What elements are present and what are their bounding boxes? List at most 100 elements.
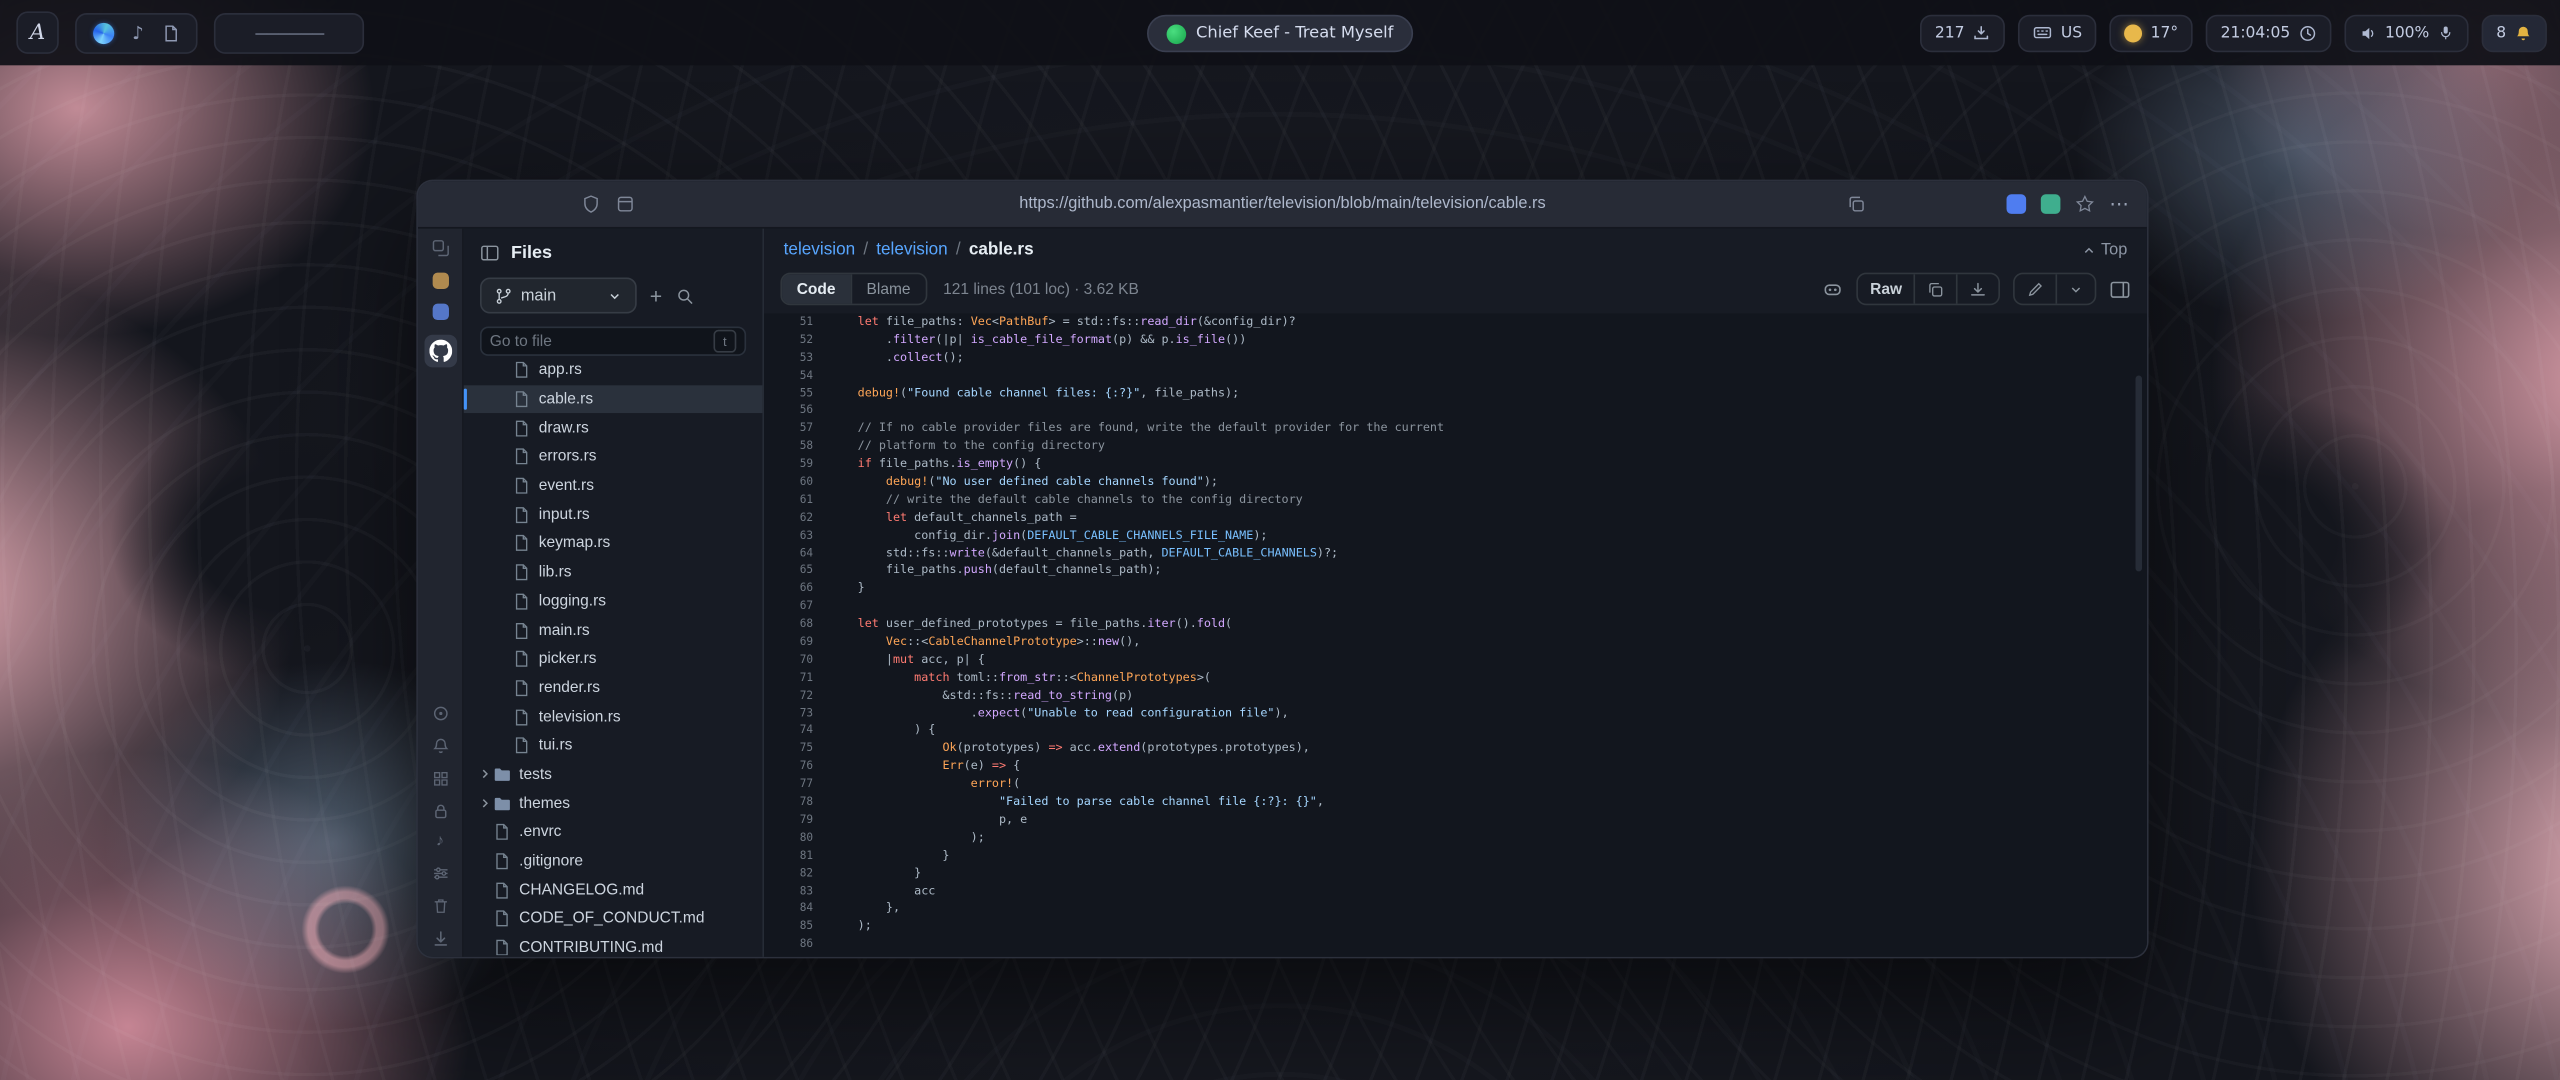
line-number[interactable]: 65	[764, 562, 829, 580]
updates-widget[interactable]: 217	[1920, 14, 2005, 52]
tree-item-main.rs[interactable]: main.rs	[464, 616, 763, 645]
line-number[interactable]: 74	[764, 722, 829, 740]
tab-github-favicon[interactable]	[424, 335, 457, 368]
menu-dots-icon[interactable]: ⋯	[2109, 193, 2130, 216]
tree-item-draw.rs[interactable]: draw.rs	[464, 414, 763, 443]
keyboard-layout-widget[interactable]: US	[2018, 14, 2096, 52]
pinned-tab-favicon-1[interactable]	[432, 273, 448, 289]
line-number[interactable]: 66	[764, 580, 829, 598]
branch-selector-button[interactable]: main	[480, 278, 637, 314]
tree-item-cable.rs[interactable]: cable.rs	[464, 385, 763, 414]
tree-item-errors.rs[interactable]: errors.rs	[464, 443, 763, 472]
lock-icon[interactable]	[430, 802, 450, 822]
container-icon[interactable]	[616, 194, 636, 214]
line-number[interactable]: 52	[764, 331, 829, 349]
collapse-sidebar-icon[interactable]	[480, 243, 500, 263]
tree-item-CONTRIBUTING.md[interactable]: CONTRIBUTING.md	[464, 933, 763, 955]
notifications-widget[interactable]: 8	[2482, 14, 2547, 52]
weather-widget[interactable]: 17°	[2110, 14, 2193, 52]
line-number[interactable]: 76	[764, 758, 829, 776]
back-to-top-link[interactable]: Top	[2081, 241, 2127, 259]
line-number[interactable]: 82	[764, 865, 829, 883]
line-number[interactable]: 58	[764, 438, 829, 456]
tree-item-input.rs[interactable]: input.rs	[464, 500, 763, 529]
go-to-file-input[interactable]: Go to file t	[480, 327, 746, 356]
tree-item-television.rs[interactable]: television.rs	[464, 702, 763, 731]
app-launcher-button[interactable]: A	[16, 11, 58, 53]
extension-green-icon[interactable]	[2041, 194, 2061, 214]
bell-outline-icon[interactable]	[430, 736, 450, 756]
add-file-button[interactable]: +	[650, 285, 662, 306]
copy-file-button[interactable]	[1913, 274, 1955, 303]
line-number[interactable]: 64	[764, 545, 829, 563]
line-number[interactable]: 85	[764, 918, 829, 936]
line-number[interactable]: 77	[764, 776, 829, 794]
audio-widget[interactable]: 100%	[2344, 14, 2468, 52]
music-note-icon[interactable]: ♪	[436, 834, 444, 850]
tree-item-logging.rs[interactable]: logging.rs	[464, 587, 763, 616]
search-files-button[interactable]	[675, 287, 693, 305]
tree-item-app.rs[interactable]: app.rs	[464, 356, 763, 385]
line-number[interactable]: 75	[764, 740, 829, 758]
copilot-icon[interactable]	[1823, 278, 1844, 299]
line-number[interactable]: 71	[764, 669, 829, 687]
tree-item-render.rs[interactable]: render.rs	[464, 674, 763, 703]
symbols-panel-icon[interactable]	[2109, 278, 2130, 299]
line-number[interactable]: 67	[764, 598, 829, 616]
line-number[interactable]: 60	[764, 473, 829, 491]
media-player-widget[interactable]: Chief Keef - Treat Myself	[1147, 15, 1413, 53]
sliders-icon[interactable]	[430, 864, 450, 884]
line-number[interactable]: 73	[764, 705, 829, 723]
extension-blue-icon[interactable]	[2007, 194, 2027, 214]
bookmark-star-icon[interactable]	[2075, 194, 2095, 214]
tree-item-lib.rs[interactable]: lib.rs	[464, 558, 763, 587]
grid-icon[interactable]	[430, 769, 450, 789]
workspace-browser-icon[interactable]	[93, 22, 114, 43]
edit-file-button[interactable]	[2015, 274, 2056, 303]
tree-item-.gitignore[interactable]: .gitignore	[464, 847, 763, 876]
pinned-tab-favicon-2[interactable]	[432, 304, 448, 320]
line-number[interactable]: 69	[764, 634, 829, 652]
line-number[interactable]: 84	[764, 900, 829, 918]
downloads-icon[interactable]	[430, 929, 450, 949]
tree-item-CHANGELOG.md[interactable]: CHANGELOG.md	[464, 876, 763, 905]
raw-button[interactable]: Raw	[1859, 274, 1914, 303]
target-icon[interactable]	[430, 704, 450, 724]
workspace-files-icon[interactable]	[162, 24, 180, 42]
scrollbar-thumb[interactable]	[2136, 376, 2143, 572]
shield-icon[interactable]	[581, 194, 601, 214]
edit-options-button[interactable]	[2056, 274, 2095, 303]
tree-item-picker.rs[interactable]: picker.rs	[464, 645, 763, 674]
tree-item-tests[interactable]: tests	[464, 760, 763, 789]
line-number[interactable]: 68	[764, 616, 829, 634]
line-number[interactable]: 51	[764, 313, 829, 331]
line-number[interactable]: 78	[764, 794, 829, 812]
line-number[interactable]: 72	[764, 687, 829, 705]
url-bar[interactable]: https://github.com/alexpasmantier/televi…	[1019, 195, 1545, 213]
line-number[interactable]: 63	[764, 527, 829, 545]
line-number[interactable]: 86	[764, 936, 829, 954]
line-number[interactable]: 61	[764, 491, 829, 509]
line-number[interactable]: 62	[764, 509, 829, 527]
tree-item-.envrc[interactable]: .envrc	[464, 818, 763, 847]
line-number[interactable]: 70	[764, 651, 829, 669]
tree-item-themes[interactable]: themes	[464, 789, 763, 818]
tree-item-CODE_OF_CONDUCT.md[interactable]: CODE_OF_CONDUCT.md	[464, 905, 763, 934]
breadcrumb-repo-link[interactable]: television	[784, 240, 855, 260]
clock-widget[interactable]: 21:04:05	[2206, 14, 2331, 52]
trash-icon[interactable]	[430, 896, 450, 916]
tree-item-tui.rs[interactable]: tui.rs	[464, 731, 763, 760]
line-number[interactable]: 55	[764, 385, 829, 403]
tree-item-event.rs[interactable]: event.rs	[464, 471, 763, 500]
breadcrumb-dir-link[interactable]: television	[876, 240, 947, 260]
line-number[interactable]: 59	[764, 456, 829, 474]
line-number[interactable]: 54	[764, 367, 829, 385]
line-number[interactable]: 80	[764, 829, 829, 847]
line-number[interactable]: 53	[764, 349, 829, 367]
line-number[interactable]: 83	[764, 882, 829, 900]
copy-link-icon[interactable]	[1847, 194, 1867, 214]
line-number[interactable]: 56	[764, 402, 829, 420]
tabs-overview-icon[interactable]	[430, 238, 450, 258]
line-number[interactable]: 79	[764, 811, 829, 829]
tab-blame[interactable]: Blame	[850, 274, 925, 303]
